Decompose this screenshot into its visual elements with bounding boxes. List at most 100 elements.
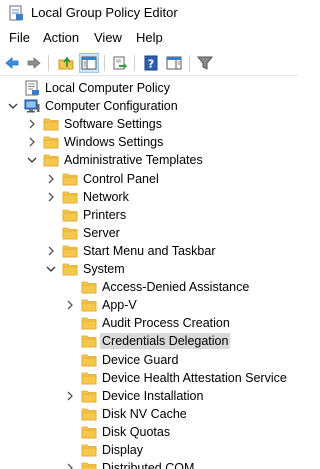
- title-bar: Local Group Policy Editor: [0, 0, 299, 26]
- forward-button[interactable]: [24, 53, 44, 73]
- chevron-right-icon[interactable]: [26, 118, 38, 130]
- tree-node-network[interactable]: Network: [0, 188, 299, 206]
- tree-node-disk-quotas[interactable]: Disk Quotas: [0, 423, 299, 441]
- folder-icon: [81, 315, 97, 331]
- tree-node-label: Disk NV Cache: [102, 406, 187, 421]
- folder-icon: [81, 370, 97, 386]
- show-hide-console-tree-button[interactable]: [79, 53, 99, 73]
- tree-node-label: Disk Quotas: [102, 424, 171, 439]
- up-one-level-button[interactable]: [56, 53, 76, 73]
- folder-icon: [81, 333, 97, 349]
- menu-view[interactable]: View: [93, 30, 123, 45]
- tree-node-label: Computer Configuration: [45, 99, 178, 114]
- chevron-right-icon[interactable]: [45, 173, 57, 185]
- toolbar: ?: [0, 50, 299, 76]
- folder-icon: [81, 424, 97, 440]
- tree-node-device-health-attestation-service[interactable]: Device Health Attestation Service: [0, 369, 299, 387]
- tree-node-label: Control Panel: [83, 171, 159, 186]
- tree-node-windows-settings[interactable]: Windows Settings: [0, 133, 299, 151]
- chevron-down-icon[interactable]: [45, 263, 57, 275]
- folder-icon: [81, 352, 97, 368]
- folder-icon: [43, 116, 59, 132]
- folder-icon: [62, 171, 78, 187]
- export-list-button[interactable]: [110, 53, 130, 73]
- up-folder-icon: [58, 56, 74, 70]
- chevron-right-icon[interactable]: [45, 191, 57, 203]
- tree-node-label: Access-Denied Assistance: [102, 280, 250, 295]
- tree-node-label: Printers: [83, 207, 127, 222]
- menu-bar: File Action View Help: [0, 28, 299, 48]
- tree-node-server[interactable]: Server: [0, 224, 299, 242]
- window-title: Local Group Policy Editor: [31, 5, 178, 20]
- folder-icon: [81, 279, 97, 295]
- menu-file[interactable]: File: [8, 30, 31, 45]
- console-tree: Local Computer Policy Computer Configurat…: [0, 79, 299, 469]
- tree-node-device-installation[interactable]: Device Installation: [0, 387, 299, 405]
- chevron-down-icon[interactable]: [7, 100, 19, 112]
- tree-node-system[interactable]: System: [0, 260, 299, 278]
- toolbar-separator: [189, 55, 190, 71]
- tree-node-label: Display: [102, 443, 143, 457]
- back-button[interactable]: [2, 53, 22, 73]
- tree-node-label: Administrative Templates: [64, 153, 203, 168]
- chevron-right-icon[interactable]: [64, 390, 76, 402]
- tree-node-label: Credentials Delegation: [100, 333, 231, 350]
- tree-node-label: Local Computer Policy: [45, 81, 171, 95]
- tree-node-app-v[interactable]: App-V: [0, 296, 299, 314]
- tree-node-display[interactable]: Display: [0, 441, 299, 459]
- tree-node-audit-process-creation[interactable]: Audit Process Creation: [0, 314, 299, 332]
- menu-action[interactable]: Action: [42, 30, 80, 45]
- tree-node-software-settings[interactable]: Software Settings: [0, 115, 299, 133]
- tree-node-disk-nv-cache[interactable]: Disk NV Cache: [0, 405, 299, 423]
- folder-icon: [62, 261, 78, 277]
- group-policy-app-icon: [8, 5, 24, 21]
- tree-node-administrative-templates[interactable]: Administrative Templates: [0, 151, 299, 169]
- tree-node-local-computer-policy[interactable]: Local Computer Policy: [0, 79, 299, 97]
- chevron-right-icon[interactable]: [64, 299, 76, 311]
- filter-button[interactable]: [195, 53, 215, 73]
- tree-node-access-denied-assistance[interactable]: Access-Denied Assistance: [0, 278, 299, 296]
- export-list-icon: [113, 56, 127, 70]
- policy-doc-icon: [24, 80, 40, 96]
- folder-icon: [43, 152, 59, 168]
- show-hide-action-pane-button[interactable]: [164, 53, 184, 73]
- menu-help[interactable]: Help: [135, 30, 164, 45]
- folder-icon: [62, 243, 78, 259]
- forward-arrow-icon: [27, 57, 41, 69]
- chevron-right-icon[interactable]: [45, 245, 57, 257]
- tree-node-label: Windows Settings: [64, 135, 164, 150]
- help-icon: ?: [144, 55, 158, 71]
- tree-node-control-panel[interactable]: Control Panel: [0, 170, 299, 188]
- chevron-right-icon[interactable]: [64, 462, 76, 469]
- folder-icon: [43, 134, 59, 150]
- tree-node-computer-configuration[interactable]: Computer Configuration: [0, 97, 299, 115]
- show-hide-action-pane-icon: [166, 56, 182, 70]
- tree-node-label: System: [83, 262, 125, 276]
- folder-icon: [81, 460, 97, 469]
- tree-node-printers[interactable]: Printers: [0, 206, 299, 224]
- show-hide-console-tree-icon: [81, 56, 97, 70]
- folder-icon: [62, 207, 78, 223]
- chevron-down-icon[interactable]: [26, 154, 38, 166]
- tree-node-label: Device Health Attestation Service: [102, 370, 287, 385]
- toolbar-separator: [48, 55, 49, 71]
- tree-node-label: Server: [83, 225, 120, 240]
- folder-icon: [81, 388, 97, 404]
- tree-node-start-menu-and-taskbar[interactable]: Start Menu and Taskbar: [0, 242, 299, 260]
- tree-node-label: Network: [83, 189, 129, 204]
- back-arrow-icon: [5, 57, 19, 69]
- folder-icon: [81, 442, 97, 458]
- folder-icon: [81, 297, 97, 313]
- tree-node-label: Device Installation: [102, 388, 204, 403]
- toolbar-separator: [104, 55, 105, 71]
- tree-node-device-guard[interactable]: Device Guard: [0, 351, 299, 369]
- folder-icon: [62, 189, 78, 205]
- computer-icon: [24, 98, 40, 114]
- tree-node-credentials-delegation[interactable]: Credentials Delegation: [0, 332, 299, 350]
- tree-node-label: Start Menu and Taskbar: [83, 243, 216, 258]
- help-button[interactable]: ?: [141, 53, 161, 73]
- folder-icon: [62, 225, 78, 241]
- tree-node-distributed-com[interactable]: Distributed COM: [0, 459, 299, 469]
- chevron-right-icon[interactable]: [26, 136, 38, 148]
- tree-node-label: Distributed COM: [102, 461, 195, 469]
